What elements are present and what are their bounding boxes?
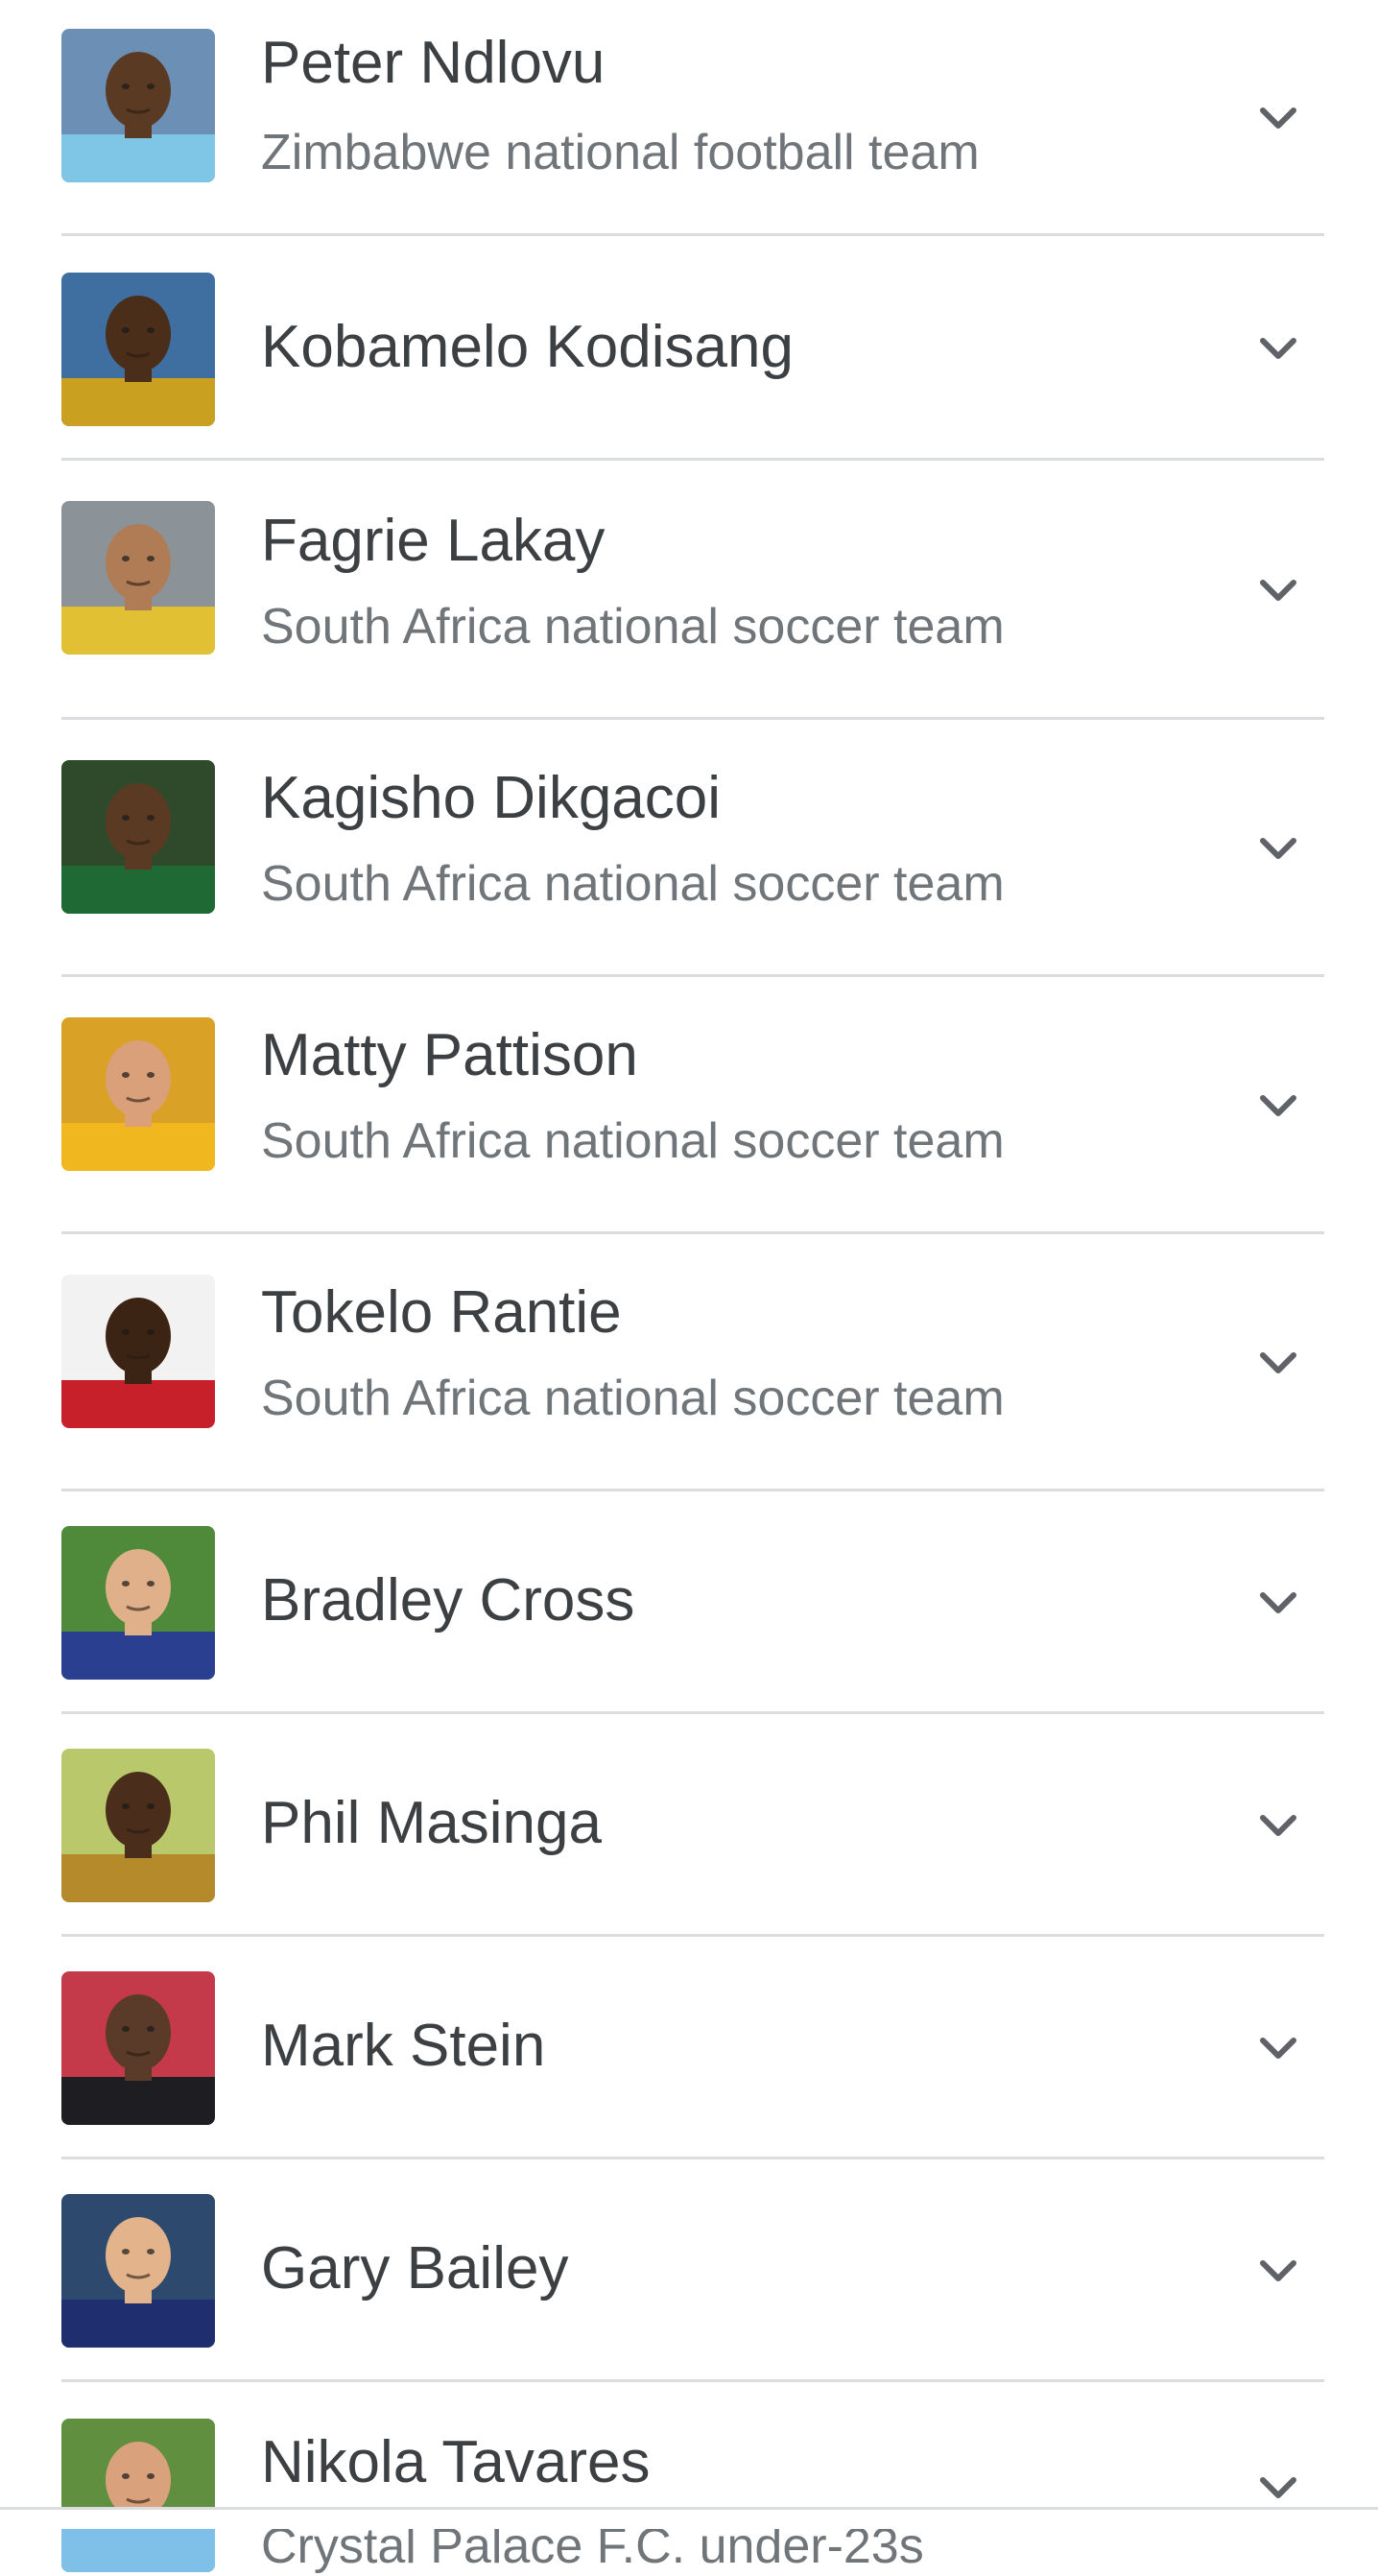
- player-photo[interactable]: [61, 29, 215, 182]
- chevron-down-icon[interactable]: [1251, 563, 1305, 617]
- player-photo[interactable]: [61, 1749, 215, 1902]
- player-name[interactable]: Kagisho Dikgacoi: [261, 764, 721, 833]
- chevron-down-icon[interactable]: [1251, 1576, 1305, 1630]
- player-name[interactable]: Phil Masinga: [261, 1789, 602, 1858]
- chevron-down-icon[interactable]: [1251, 1336, 1305, 1390]
- player-photo[interactable]: [61, 760, 215, 914]
- player-name[interactable]: Matty Pattison: [261, 1021, 638, 1090]
- player-team: South Africa national soccer team: [261, 599, 1005, 655]
- chevron-down-icon[interactable]: [1251, 822, 1305, 875]
- player-team: South Africa national soccer team: [261, 856, 1005, 912]
- player-photo[interactable]: [61, 273, 215, 426]
- player-photo[interactable]: [61, 1971, 215, 2125]
- chevron-down-icon[interactable]: [1251, 2021, 1305, 2075]
- result-row[interactable]: Gary Bailey: [61, 2159, 1324, 2382]
- result-row[interactable]: Tokelo Rantie South Africa national socce…: [61, 1234, 1324, 1491]
- player-name[interactable]: Peter Ndlovu: [261, 29, 605, 98]
- player-photo[interactable]: [61, 1526, 215, 1680]
- chevron-down-icon[interactable]: [1251, 91, 1305, 145]
- result-row[interactable]: Nikola Tavares Crystal Palace F.C. under-…: [61, 2382, 1324, 2574]
- chevron-down-icon[interactable]: [1251, 1079, 1305, 1133]
- result-row[interactable]: Kobamelo Kodisang: [61, 236, 1324, 461]
- player-photo[interactable]: [61, 2194, 215, 2348]
- player-team: Zimbabwe national football team: [261, 125, 980, 180]
- player-photo[interactable]: [61, 1275, 215, 1428]
- player-name[interactable]: Mark Stein: [261, 2012, 545, 2081]
- result-row[interactable]: Peter Ndlovu Zimbabwe national football t…: [61, 0, 1324, 236]
- result-row[interactable]: Fagrie Lakay South Africa national soccer…: [61, 461, 1324, 720]
- player-name[interactable]: Kobamelo Kodisang: [261, 313, 794, 382]
- result-row[interactable]: Bradley Cross: [61, 1491, 1324, 1714]
- player-name[interactable]: Bradley Cross: [261, 1566, 634, 1635]
- player-photo[interactable]: [61, 2419, 215, 2572]
- result-row[interactable]: Kagisho Dikgacoi South Africa national so…: [61, 720, 1324, 977]
- player-name[interactable]: Gary Bailey: [261, 2234, 568, 2303]
- result-row[interactable]: Phil Masinga: [61, 1714, 1324, 1937]
- player-name[interactable]: Fagrie Lakay: [261, 507, 605, 576]
- player-name[interactable]: Nikola Tavares: [261, 2428, 650, 2497]
- result-row[interactable]: Matty Pattison South Africa national socc…: [61, 977, 1324, 1234]
- chevron-down-icon[interactable]: [1251, 322, 1305, 375]
- player-name[interactable]: Tokelo Rantie: [261, 1278, 622, 1348]
- player-team: South Africa national soccer team: [261, 1113, 1005, 1169]
- chevron-down-icon[interactable]: [1251, 2244, 1305, 2298]
- chevron-down-icon[interactable]: [1251, 1799, 1305, 1852]
- player-team: South Africa national soccer team: [261, 1371, 1005, 1426]
- result-row[interactable]: Mark Stein: [61, 1937, 1324, 2159]
- player-photo[interactable]: [61, 1017, 215, 1171]
- player-photo[interactable]: [61, 501, 215, 655]
